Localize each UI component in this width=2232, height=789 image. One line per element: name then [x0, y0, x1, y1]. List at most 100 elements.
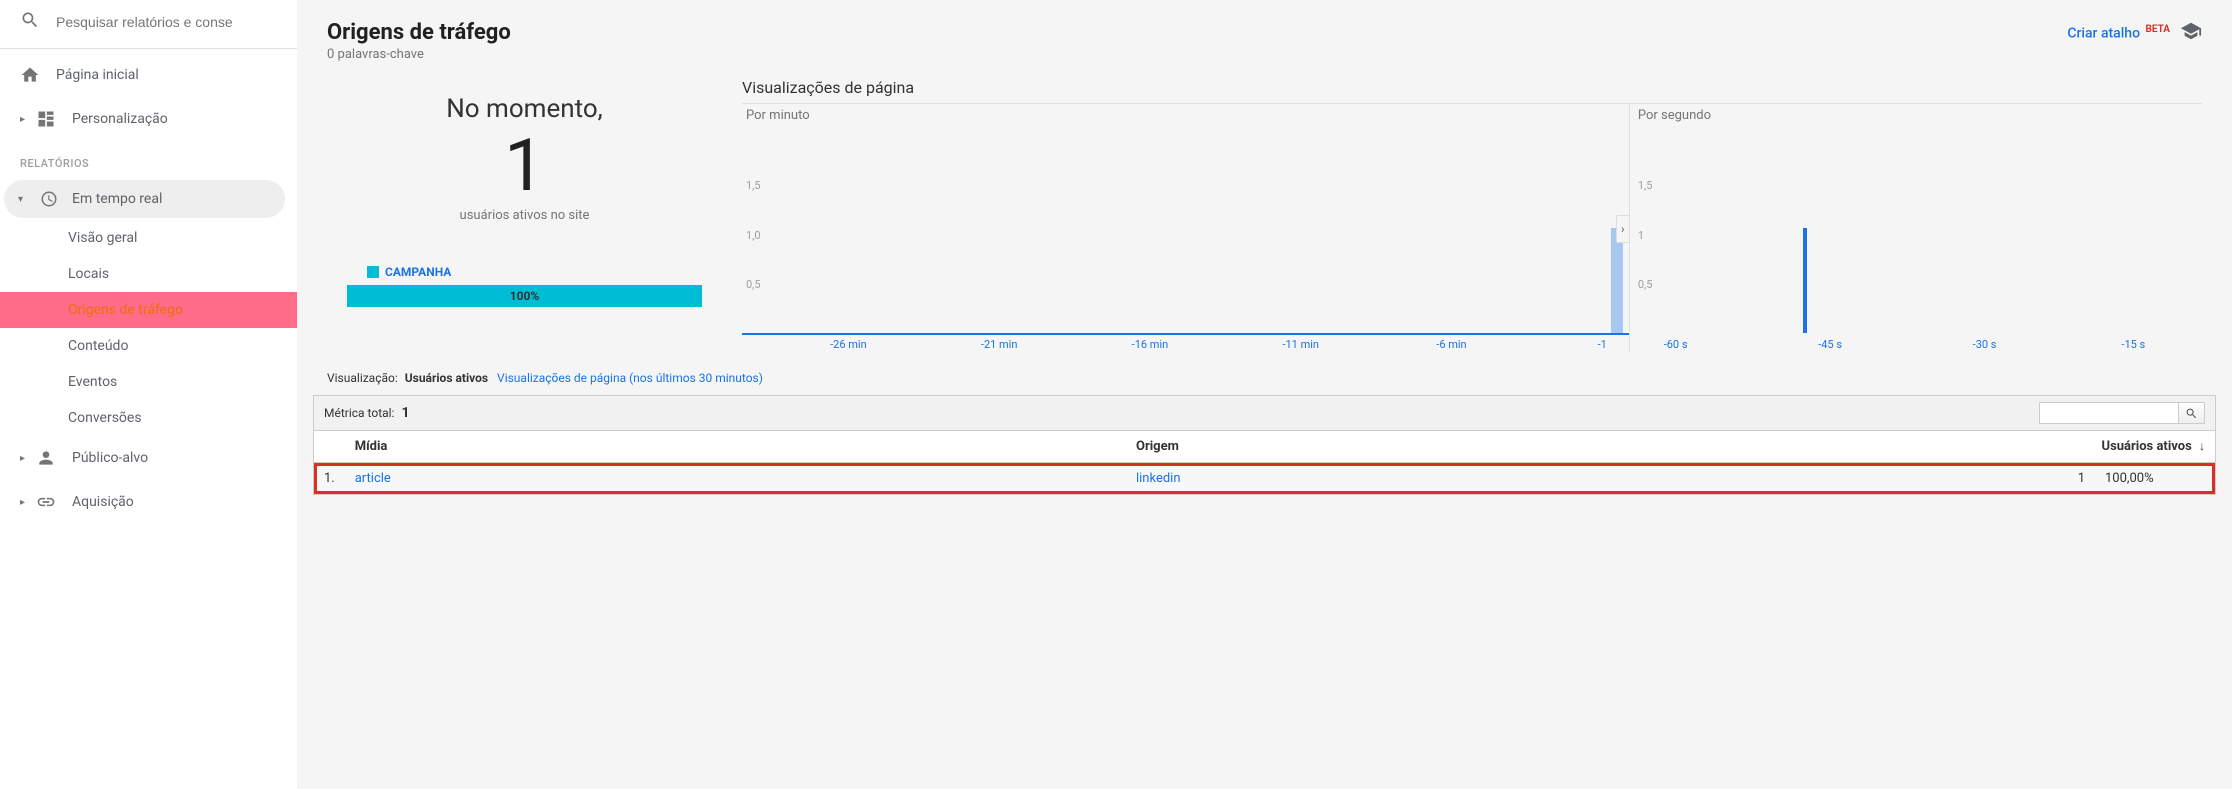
active-users-count: 1 — [347, 130, 702, 202]
nav-realtime-label: Em tempo real — [72, 191, 162, 207]
y-tick: 1 — [1638, 229, 1644, 242]
view-toggle: Visualização: Usuários ativos Visualizaç… — [297, 353, 2232, 391]
nav-customization-label: Personalização — [72, 111, 168, 127]
x-tick: -30 s — [1973, 338, 1997, 351]
sub-overview[interactable]: Visão geral — [0, 220, 297, 256]
nav-audience[interactable]: Público-alvo — [0, 436, 297, 480]
beta-badge: BETA — [2146, 24, 2171, 35]
sub-conversions-label: Conversões — [68, 410, 142, 426]
row-count: 1 — [2025, 463, 2095, 495]
no-momento-label: No momento, — [347, 94, 702, 124]
page-header: Origens de tráfego 0 palavras-chave Cria… — [297, 0, 2232, 68]
chart-per-minute-label: Por minuto — [746, 108, 810, 123]
view-toggle-active[interactable]: Usuários ativos — [405, 371, 488, 385]
divider — [0, 48, 297, 49]
chart-baseline — [742, 333, 1629, 335]
campaign-swatch — [367, 266, 379, 278]
charts-wrap: Por minuto 1,5 1,0 0,5 -26 min -21 min -… — [742, 103, 2202, 353]
col-index — [314, 431, 345, 463]
chart-per-second-label: Por segundo — [1638, 108, 1711, 123]
campaign-bar: 100% — [347, 285, 702, 307]
campaign-block: CAMPANHA 100% — [347, 265, 702, 307]
y-tick: 1,5 — [746, 179, 761, 192]
search-row — [0, 0, 297, 44]
sub-locations[interactable]: Locais — [0, 256, 297, 292]
page-subtitle: 0 palavras-chave — [327, 47, 511, 62]
x-tick: -45 s — [1818, 338, 1842, 351]
nav-realtime[interactable]: Em tempo real — [4, 180, 285, 218]
col-active-users[interactable]: Usuários ativos ↓ — [2025, 431, 2215, 463]
main: Origens de tráfego 0 palavras-chave Cria… — [297, 0, 2232, 789]
table-search-input[interactable] — [2039, 402, 2179, 424]
x-tick: -11 min — [1282, 338, 1319, 351]
data-table: Métrica total: 1 Mídia Origem — [313, 395, 2216, 495]
sub-content[interactable]: Conteúdo — [0, 328, 297, 364]
row-pct: 100,00% — [2095, 463, 2215, 495]
chart-per-second: Por segundo 1,5 1 0,5 -60 s -45 s -30 s … — [1630, 103, 2202, 353]
x-tick: -6 min — [1436, 338, 1466, 351]
x-tick: -26 min — [830, 338, 867, 351]
table-row[interactable]: 1. article linkedin 1 100,00% — [314, 463, 2215, 495]
table-search — [2039, 402, 2205, 424]
metric-total-value: 1 — [401, 405, 409, 421]
charts-card: Visualizações de página Por minuto 1,5 1… — [722, 78, 2202, 353]
row-index: 1. — [314, 463, 345, 495]
page-title: Origens de tráfego — [327, 20, 511, 45]
col-origin[interactable]: Origem — [1126, 431, 2025, 463]
row-media-link[interactable]: article — [355, 471, 391, 486]
search-input[interactable] — [56, 14, 277, 30]
view-toggle-pageviews[interactable]: Visualizações de página (nos últimos 30 … — [497, 371, 763, 385]
x-tick: -21 min — [981, 338, 1018, 351]
title-block: Origens de tráfego 0 palavras-chave — [327, 20, 511, 62]
x-tick: -60 s — [1664, 338, 1688, 351]
chart-per-minute: Por minuto 1,5 1,0 0,5 -26 min -21 min -… — [742, 103, 1630, 353]
sub-events-label: Eventos — [68, 374, 117, 390]
sub-conversions[interactable]: Conversões — [0, 400, 297, 436]
y-tick: 0,5 — [1638, 278, 1653, 291]
chart-bar — [1611, 228, 1623, 333]
nav-home[interactable]: Página inicial — [0, 53, 297, 97]
nav-customization[interactable]: Personalização — [0, 97, 297, 141]
campaign-bar-pct: 100% — [510, 289, 540, 303]
sub-traffic-label: Origens de tráfego — [68, 302, 183, 318]
create-shortcut-label: Criar atalho — [2067, 26, 2140, 42]
sort-desc-icon: ↓ — [2199, 439, 2205, 453]
nav-acquisition[interactable]: Aquisição — [0, 480, 297, 524]
table-top-bar: Métrica total: 1 — [314, 396, 2215, 431]
row-media: article — [345, 463, 1126, 495]
x-tick: -16 min — [1132, 338, 1169, 351]
y-tick: 1,5 — [1638, 179, 1653, 192]
table-header-row: Mídia Origem Usuários ativos ↓ — [314, 431, 2215, 463]
col-media[interactable]: Mídia — [345, 431, 1126, 463]
chart-expand-handle[interactable]: › — [1616, 215, 1630, 243]
sub-overview-label: Visão geral — [68, 230, 137, 246]
y-tick: 0,5 — [746, 278, 761, 291]
content-row: No momento, 1 usuários ativos no site CA… — [297, 68, 2232, 353]
campaign-legend: CAMPANHA — [347, 265, 702, 279]
sub-events[interactable]: Eventos — [0, 364, 297, 400]
sidebar: Página inicial Personalização RELATÓRIOS… — [0, 0, 297, 789]
charts-title: Visualizações de página — [742, 78, 2202, 97]
y-tick: 1,0 — [746, 229, 761, 242]
graduate-icon[interactable] — [2180, 20, 2202, 46]
section-reports-label: RELATÓRIOS — [0, 141, 297, 178]
chart-bar — [1803, 228, 1807, 333]
view-toggle-label: Visualização: — [327, 371, 398, 385]
nav-home-label: Página inicial — [56, 67, 139, 83]
create-shortcut-link[interactable]: Criar atalho BETA — [2067, 24, 2170, 42]
campaign-label: CAMPANHA — [385, 265, 451, 279]
sub-traffic[interactable]: Origens de tráfego — [0, 292, 297, 328]
active-users-card: No momento, 1 usuários ativos no site CA… — [327, 78, 722, 353]
row-origin: linkedin — [1126, 463, 2025, 495]
sub-locations-label: Locais — [68, 266, 109, 282]
sub-content-label: Conteúdo — [68, 338, 128, 354]
search-icon — [20, 10, 40, 34]
row-origin-link[interactable]: linkedin — [1136, 471, 1181, 486]
metric-total-label: Métrica total: — [324, 406, 394, 420]
x-tick: -1 — [1598, 338, 1607, 351]
table-search-button[interactable] — [2179, 402, 2205, 424]
metric-total: Métrica total: 1 — [324, 405, 410, 421]
header-actions: Criar atalho BETA — [2067, 20, 2202, 46]
active-users-sub: usuários ativos no site — [347, 208, 702, 223]
x-tick: -15 s — [2121, 338, 2145, 351]
